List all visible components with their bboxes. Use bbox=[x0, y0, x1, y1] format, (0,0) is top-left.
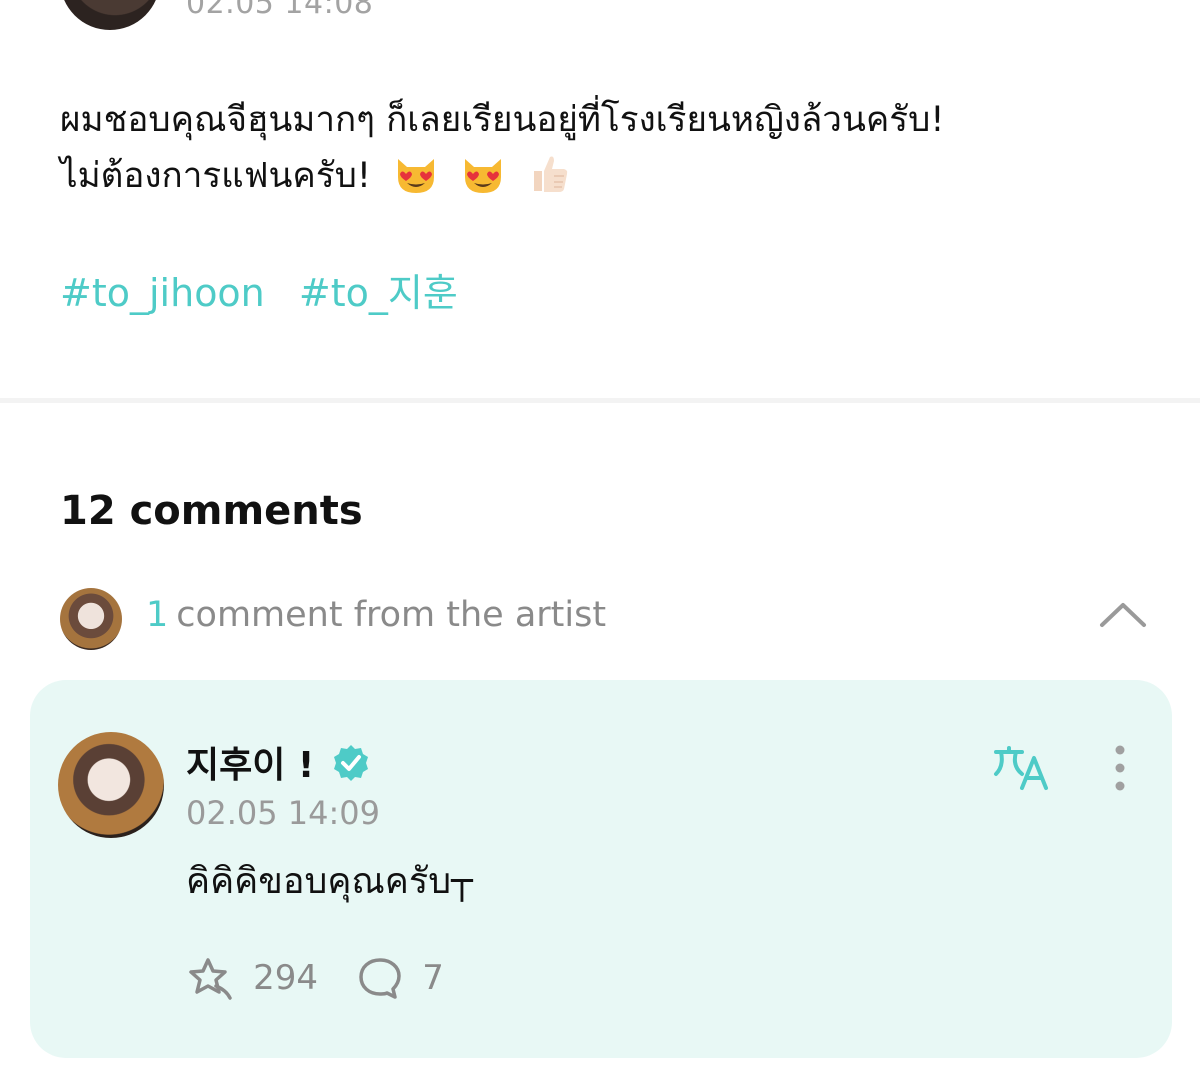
post-body: ผมชอบคุณจีฮุนมากๆ ก็เลยเรียนอยู่ที่โรงเร… bbox=[60, 92, 1160, 204]
comment-author-name-text: 지후이 ! bbox=[186, 745, 315, 786]
post-header: 02.05 14:08 bbox=[0, 0, 1200, 40]
artist-avatar-small bbox=[60, 588, 122, 650]
like-count: 294 bbox=[253, 958, 318, 998]
artist-comment-card: 지후이 ! 02.05 14:09 คิคิคิขอบคุณครับ┬ 294 … bbox=[30, 680, 1172, 1058]
like-button[interactable]: 294 bbox=[186, 956, 318, 1000]
comment-text: คิคิคิขอบคุณครับ┬ bbox=[186, 861, 473, 902]
reply-count: 7 bbox=[422, 958, 444, 998]
hashtag-link[interactable]: #to_지훈 bbox=[299, 271, 458, 315]
like-star-icon bbox=[189, 958, 232, 1000]
comment-actions: 294 7 bbox=[186, 956, 478, 1004]
hashtag-link[interactable]: #to_jihoon bbox=[60, 271, 265, 315]
post-body-line-1: ผมชอบคุณจีฮุนมากๆ ก็เลยเรียนอยู่ที่โรงเร… bbox=[60, 100, 945, 140]
reply-button[interactable]: 7 bbox=[357, 956, 444, 1000]
hashtag-list: #to_jihoon #to_지훈 bbox=[60, 262, 480, 317]
translate-icon[interactable] bbox=[992, 744, 1052, 794]
thumbs-up-emoji-icon bbox=[534, 156, 568, 192]
chevron-up-icon[interactable] bbox=[1098, 599, 1148, 629]
section-divider bbox=[0, 398, 1200, 403]
artist-comments-toggle[interactable]: 1 comment from the artist bbox=[0, 585, 1200, 651]
post-date: 02.05 14:08 bbox=[186, 0, 374, 21]
post-body-line-2: ไม่ต้องการแฟนครับ! bbox=[60, 148, 1160, 204]
heart-eyes-cat-emoji-icon bbox=[398, 159, 435, 193]
post-author-avatar[interactable] bbox=[60, 0, 160, 30]
more-vertical-icon[interactable] bbox=[1106, 744, 1134, 794]
artist-comment-count: 1 bbox=[146, 595, 169, 635]
comment-author-avatar[interactable] bbox=[58, 732, 164, 838]
heart-eyes-cat-emoji-icon bbox=[465, 159, 502, 193]
comments-count-heading: 12 comments bbox=[60, 488, 363, 534]
comment-author-name[interactable]: 지후이 ! bbox=[186, 736, 371, 788]
post-body-line-2-text: ไม่ต้องการแฟนครับ! bbox=[60, 156, 371, 196]
comment-bubble-icon bbox=[359, 958, 401, 999]
comment-date: 02.05 14:09 bbox=[186, 794, 380, 832]
artist-comments-label: 1 comment from the artist bbox=[146, 595, 606, 635]
verified-badge-icon bbox=[333, 745, 368, 781]
artist-comment-label-text: comment from the artist bbox=[176, 595, 607, 635]
